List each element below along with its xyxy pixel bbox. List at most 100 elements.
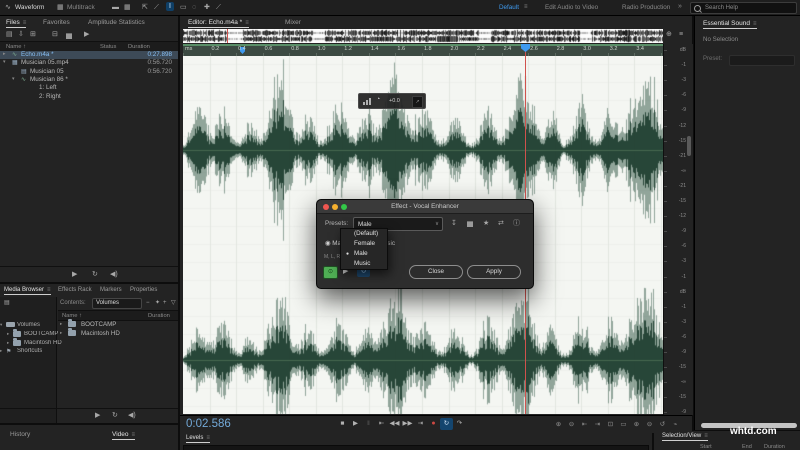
- delete-preset-button[interactable]: [467, 220, 473, 227]
- insert-into-multitrack-button[interactable]: ⊟: [52, 31, 58, 38]
- workspace-overflow-icon[interactable]: »: [678, 3, 682, 10]
- tab-essential-sound[interactable]: Essential Sound≡: [703, 20, 757, 29]
- menu-item-default[interactable]: (Default): [341, 229, 387, 239]
- expander-icon[interactable]: ▾: [3, 59, 6, 65]
- tab-properties[interactable]: Properties: [130, 287, 157, 293]
- tab-video[interactable]: Video≡: [112, 431, 135, 440]
- effect-power-toggle[interactable]: ⊙: [323, 266, 338, 279]
- hud-gain-value[interactable]: +0.0: [389, 98, 400, 104]
- file-overview-strip[interactable]: [183, 29, 663, 43]
- panel-menu-icon[interactable]: ≡: [23, 20, 27, 26]
- close-button[interactable]: Close: [409, 265, 463, 279]
- view-tab-multitrack[interactable]: Multitrack: [67, 4, 95, 11]
- preview-speaker-icon[interactable]: ◀): [128, 412, 136, 419]
- column-duration[interactable]: Duration: [128, 44, 150, 50]
- workspace-edit-audio-to-video[interactable]: Edit Audio to Video: [545, 4, 598, 11]
- file-row[interactable]: ▤Musician 050:56.720: [0, 68, 178, 76]
- file-row[interactable]: 2: Right: [0, 93, 178, 101]
- loop-playback-button[interactable]: ↻: [440, 418, 453, 430]
- file-row[interactable]: ▸∿Echo.m4a *0:27.898: [0, 51, 178, 59]
- zoom-out-amplitude-button[interactable]: ⊖: [643, 419, 656, 430]
- clock-knob-icon[interactable]: ◔: [376, 96, 380, 103]
- delete-file-button[interactable]: [66, 32, 72, 39]
- expander-icon[interactable]: ▾: [12, 76, 15, 82]
- skip-to-end-button[interactable]: ⇥: [414, 418, 427, 430]
- preview-speaker-icon[interactable]: ◀): [110, 271, 118, 278]
- save-preset-button[interactable]: ↧: [451, 220, 457, 227]
- media-item-macintosh-hd[interactable]: ▸Macintosh HD: [58, 329, 178, 338]
- record-button[interactable]: ●: [427, 418, 440, 430]
- panel-menu-icon[interactable]: ≡: [47, 287, 51, 293]
- preview-play-button[interactable]: ▶: [95, 412, 100, 419]
- workspace-default[interactable]: Default: [499, 4, 519, 11]
- file-row[interactable]: ▾▦Musician 05.mp40:56.720: [0, 59, 178, 67]
- contents-dropdown[interactable]: Volumes: [92, 298, 142, 309]
- zoom-reset-button[interactable]: ↺: [656, 419, 669, 430]
- dialog-titlebar[interactable]: Effect - Vocal Enhancer: [317, 200, 533, 214]
- sparkle-icon[interactable]: ✦: [155, 300, 160, 306]
- panel-menu-icon[interactable]: ≡: [245, 20, 249, 26]
- new-file-button[interactable]: ⊞: [30, 31, 36, 38]
- skip-selection-button[interactable]: ↷: [453, 418, 466, 430]
- view-tab-waveform[interactable]: Waveform: [15, 4, 44, 11]
- preview-loop-button[interactable]: ↻: [112, 412, 118, 419]
- zoom-in-time-button[interactable]: ⊕: [552, 419, 565, 430]
- column-status[interactable]: Status: [100, 44, 116, 50]
- tab-markers[interactable]: Markers: [100, 287, 122, 293]
- lasso-tool-icon[interactable]: ◌: [192, 4, 196, 11]
- media-item-bootcamp[interactable]: ▸BOOTCAMP: [58, 320, 178, 329]
- search-help-field[interactable]: Search Help: [690, 2, 797, 14]
- import-file-button[interactable]: ⇩: [18, 31, 24, 38]
- menu-item-music[interactable]: Music: [341, 259, 387, 269]
- editor-menu-icon[interactable]: ≡: [679, 31, 683, 38]
- workspace-menu-icon[interactable]: ≡: [524, 4, 528, 10]
- skip-to-start-button[interactable]: ⇤: [375, 418, 388, 430]
- play-button[interactable]: ▶: [349, 418, 362, 430]
- hud-pin-icon[interactable]: ↗: [412, 96, 423, 108]
- panel-menu-icon[interactable]: ≡: [206, 435, 210, 441]
- tab-levels[interactable]: Levels≡: [186, 435, 210, 443]
- expander-icon[interactable]: ▸: [60, 321, 62, 327]
- rewind-button[interactable]: ◀◀: [388, 418, 401, 430]
- autoplay-filter-button[interactable]: ▶: [84, 31, 89, 38]
- playhead-time-display[interactable]: 0:02.586: [186, 418, 231, 430]
- pause-button[interactable]: ‖: [362, 418, 375, 430]
- apply-button[interactable]: Apply: [467, 265, 521, 279]
- toggle-state-button[interactable]: ⇄: [498, 220, 504, 227]
- snapping-toggle-button[interactable]: ⌁: [669, 419, 682, 430]
- zoom-in-left-edge-button[interactable]: ⇤: [578, 419, 591, 430]
- move-tool-icon[interactable]: ⇱: [142, 4, 148, 11]
- file-row[interactable]: 1: Left: [0, 84, 178, 92]
- menu-item-female[interactable]: Female: [341, 239, 387, 249]
- paintbrush-tool-icon[interactable]: ✚: [204, 4, 210, 11]
- workspace-radio-production[interactable]: Radio Production: [622, 4, 670, 11]
- zoom-in-amplitude-button[interactable]: ⊕: [630, 419, 643, 430]
- favorite-star-button[interactable]: ★: [483, 220, 489, 227]
- panel-menu-icon[interactable]: ≡: [753, 21, 757, 27]
- open-file-button[interactable]: ▤: [6, 31, 13, 38]
- vertical-scroll-handle[interactable]: [687, 136, 691, 156]
- spot-heal-tool-icon[interactable]: ⟋: [216, 4, 221, 11]
- add-button[interactable]: +: [163, 300, 167, 306]
- preview-play-button[interactable]: ▶: [72, 271, 77, 278]
- devices-icon[interactable]: ▤: [4, 300, 10, 306]
- fast-forward-button[interactable]: ▶▶: [401, 418, 414, 430]
- help-info-button[interactable]: ⓘ: [513, 220, 520, 227]
- column-name[interactable]: Name ↑: [6, 44, 26, 50]
- presets-menu[interactable]: (Default) Female Male ● Music: [340, 228, 388, 270]
- preset-field[interactable]: [729, 55, 795, 66]
- stop-button[interactable]: ■: [336, 418, 349, 430]
- tab-amplitude-statistics[interactable]: Amplitude Statistics: [88, 19, 145, 26]
- tab-favorites[interactable]: Favorites: [43, 19, 70, 26]
- expander-icon[interactable]: ▸: [60, 330, 62, 336]
- file-row[interactable]: ▾∿Musician 86 *: [0, 76, 178, 84]
- zoom-out-full-button[interactable]: ▭: [617, 419, 630, 430]
- show-spectral-icon[interactable]: ▦: [124, 4, 131, 11]
- marquee-tool-icon[interactable]: ▭: [180, 4, 187, 11]
- zoom-out-time-button[interactable]: ⊖: [565, 419, 578, 430]
- tab-selection-view[interactable]: Selection/View≡: [662, 433, 708, 441]
- remove-button[interactable]: −: [146, 300, 150, 306]
- media-column-name[interactable]: Name ↑: [62, 313, 82, 319]
- expander-icon[interactable]: ▸: [3, 51, 6, 57]
- tab-editor[interactable]: Editor: Echo.m4a *≡: [188, 19, 249, 28]
